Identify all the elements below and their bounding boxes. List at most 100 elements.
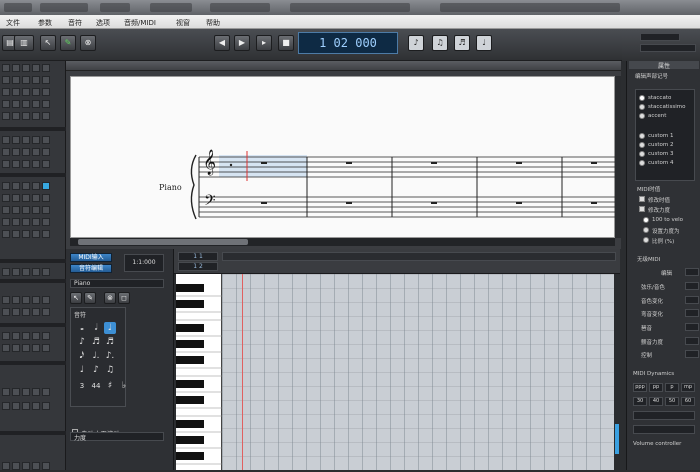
tool-row[interactable] [2,331,62,341]
eraser-tool-icon[interactable]: ⊗ [80,35,96,51]
pencil-icon[interactable]: ✎ [84,292,96,304]
checkbox-velocity[interactable] [639,206,645,212]
instrument-select[interactable]: Piano [70,279,164,288]
note-button[interactable]: 𝅝 [76,322,88,334]
dyn-value[interactable]: 50 [665,397,679,406]
row-field[interactable] [685,337,699,345]
row-field[interactable] [685,323,699,331]
dyn-value[interactable]: 40 [649,397,663,406]
select-icon[interactable]: ↖ [70,292,82,304]
select-tool-icon[interactable]: ↖ [40,35,56,51]
note-tool-icon[interactable]: ♪ [408,35,424,51]
tool-row[interactable] [2,343,62,353]
score-vertical-scrollbar[interactable] [615,76,621,238]
tool-row[interactable] [2,111,62,121]
menu-file[interactable]: 文件 [6,18,20,28]
toolbar-icon[interactable]: ▥ [14,35,34,51]
tool-row[interactable] [2,159,62,169]
tool-row[interactable] [2,135,62,145]
rewind-button[interactable]: ◀ [214,35,230,51]
menu-audio-midi[interactable]: 音频/MIDI [124,18,156,28]
note-button[interactable]: 𝅘𝅥𝅯 [76,350,88,362]
note-button[interactable]: ♪ [90,364,102,376]
note-button[interactable]: ♩ [76,364,88,376]
dyn-button[interactable]: ppp [633,383,647,392]
score-ruler[interactable] [66,61,621,71]
zoom-box[interactable] [640,33,680,41]
tool-row[interactable] [2,307,62,317]
note-tool-icon[interactable]: ♬ [454,35,470,51]
radio-staccatissimo[interactable] [639,104,645,110]
note-button[interactable]: ♬ [104,336,116,348]
dyn-value[interactable]: 60 [681,397,695,406]
menu-params[interactable]: 参数 [38,18,52,28]
tool-row[interactable] [2,205,62,215]
row-field[interactable] [685,296,699,304]
tool-row[interactable] [2,147,62,157]
scroll-thumb[interactable] [78,239,248,245]
scroll-thumb[interactable] [615,424,619,454]
tool-row[interactable] [2,387,62,397]
tool-row[interactable] [2,181,62,191]
range-box[interactable] [640,44,696,52]
radio-custom4[interactable] [639,160,645,166]
note-button[interactable]: 𝅗𝅥 [90,322,102,334]
stop-button[interactable]: ■ [278,35,294,51]
radio-staccato[interactable] [639,95,645,101]
radio-custom2[interactable] [639,142,645,148]
row-field[interactable] [685,282,699,290]
piano-roll-grid[interactable] [222,274,614,470]
flat-button[interactable]: ♭ [118,380,130,392]
note-tool-icon[interactable]: ♩ [476,35,492,51]
dyn-row[interactable] [633,411,695,420]
roll-ruler[interactable] [222,252,616,261]
dyn-row[interactable] [633,425,695,434]
note-button[interactable]: ♫ [104,364,116,376]
note-button[interactable]: ♪ [76,336,88,348]
row-field[interactable] [685,309,699,317]
zoom-icon[interactable]: ◻ [118,292,130,304]
velocity-select[interactable]: 力度 [70,432,164,442]
play-button[interactable]: ▶ [234,35,250,51]
menu-notes[interactable]: 音符 [68,18,82,28]
note-button[interactable]: ♪. [104,350,116,362]
menu-help[interactable]: 帮助 [206,18,220,28]
note-button[interactable]: ♬ [90,336,102,348]
dyn-button[interactable]: p [665,383,679,392]
tool-row[interactable] [2,99,62,109]
score-horizontal-scrollbar[interactable] [70,238,615,246]
radio-accent[interactable] [639,113,645,119]
radio-custom1[interactable] [639,133,645,139]
note-button-selected[interactable]: ♩ [104,322,116,334]
checkbox-duration[interactable] [639,196,645,202]
tool-row[interactable] [2,267,62,277]
tool-row[interactable] [2,75,62,85]
menu-options[interactable]: 选项 [96,18,110,28]
radio-custom3[interactable] [639,151,645,157]
tool-row[interactable] [2,229,62,239]
pencil-tool-icon[interactable]: ✎ [60,35,76,51]
tool-row[interactable] [2,193,62,203]
tool-row[interactable] [2,217,62,227]
radio-velo[interactable] [643,217,649,223]
row-field[interactable] [685,350,699,358]
dyn-button[interactable]: mp [681,383,695,392]
tool-row[interactable] [2,63,62,73]
dyn-button[interactable]: pp [649,383,663,392]
tool-row[interactable] [2,401,62,411]
midi-input-button[interactable]: MIDI输入 [70,253,112,262]
score-page[interactable]: 𝄞 𝄢 Piano [70,76,616,238]
tuplet-button[interactable]: 3 [76,380,88,392]
tool-row[interactable] [2,87,62,97]
menu-view[interactable]: 视窗 [176,18,190,28]
step-button[interactable]: ▸ [256,35,272,51]
piano-keyboard[interactable] [176,274,222,470]
radio-set-velocity[interactable] [643,227,649,233]
radio-ratio[interactable] [643,237,649,243]
note-button[interactable]: ♩. [90,350,102,362]
roll-vertical-scrollbar[interactable] [614,274,620,470]
tool-row[interactable] [2,295,62,305]
note-edit-button[interactable]: 音符编辑 [70,264,112,273]
row-field[interactable] [685,268,699,276]
note-tool-icon[interactable]: ♫ [432,35,448,51]
